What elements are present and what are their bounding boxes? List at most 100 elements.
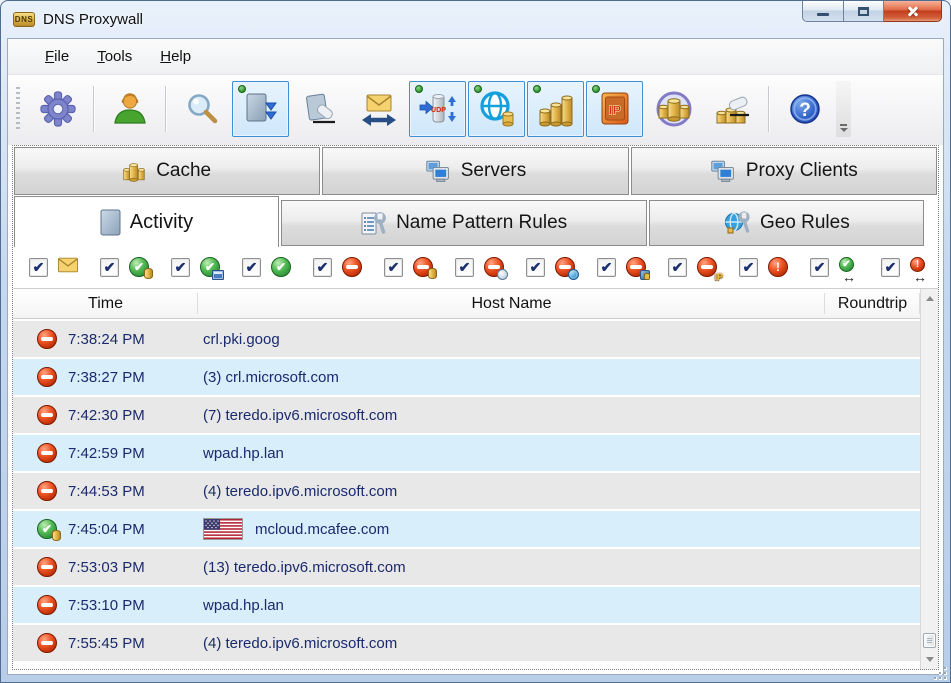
host-cell: mcloud.mcafee.com [198,518,825,540]
filter-blocked-proxy: ✔ [597,257,668,280]
filter-checkbox-allowed-list[interactable]: ✔ [171,257,190,277]
mail-transfer-button[interactable] [350,81,407,137]
tab-geo-rules[interactable]: Geo Rules [649,200,925,246]
column-header-host-name[interactable]: Host Name [198,289,825,318]
filter-checkbox-roundtrip-ok[interactable]: ✔ [810,257,829,277]
host-cell: (4) teredo.ipv6.microsoft.com [203,482,398,500]
ip-firewall-button[interactable]: IP [586,81,643,137]
tab-name-pattern-rules[interactable]: Name Pattern Rules [280,200,648,246]
udp-label: UDP [430,105,445,114]
tab-label: Activity [129,210,194,233]
menu-item-help[interactable]: Help [149,43,202,70]
table-row[interactable]: 7:53:03 PM (13) teredo.ipv6.microsoft.co… [13,549,920,585]
table-row[interactable]: 7:42:30 PM (7) teredo.ipv6.microsoft.com [13,397,920,433]
column-header-time[interactable]: Time [13,289,198,318]
tab-cache[interactable]: Cache [14,147,321,195]
blocked-icon [37,595,57,615]
activity-icon [100,209,121,235]
menu-item-tools[interactable]: Tools [86,43,143,70]
filter-blocked: ✔ [313,257,384,277]
help-button[interactable]: ? [776,81,833,137]
table-row[interactable]: 7:44:53 PM (4) teredo.ipv6.microsoft.com [13,473,920,509]
time-cell: 7:44:53 PM [68,482,145,500]
column-header-roundtrip[interactable]: Roundtrip [825,289,920,318]
close-button[interactable] [884,1,942,22]
search-button[interactable] [173,81,230,137]
menu-item-file[interactable]: File [34,43,80,70]
tab-activity[interactable]: Activity [14,196,279,247]
tab-proxy-clients[interactable]: Proxy Clients [630,147,937,195]
scroll-up-button[interactable] [922,290,937,307]
tab-servers[interactable]: Servers [322,147,629,195]
web-dns-cache-button[interactable] [468,81,525,137]
blocked-icon [37,329,57,349]
filter-checkbox-blocked-proxy[interactable]: ✔ [597,257,616,277]
status-dot [415,85,423,93]
web-globe-icon [479,91,513,127]
host-cell: (7) teredo.ipv6.microsoft.com [203,406,398,424]
filter-checkbox-blocked-cached[interactable]: ✔ [384,257,403,277]
table-row[interactable]: 7:53:10 PM wpad.hp.lan [13,587,920,623]
name-pattern-rules-icon [361,211,386,234]
toolbar-overflow-button[interactable] [836,81,851,137]
table-row[interactable]: 7:38:24 PM crl.pki.goog [13,321,920,357]
filter-checkbox-blocked-geo[interactable]: ✔ [526,257,545,277]
time-cell: 7:55:45 PM [68,634,145,652]
minimize-button[interactable] [802,1,844,22]
scroll-thumb[interactable] [923,633,936,648]
blocked-icon [37,443,57,463]
table-row[interactable]: 7:55:45 PM (4) teredo.ipv6.microsoft.com [13,625,920,661]
secondary-tabs: Activity Name Pattern Rules Geo Rules [13,195,938,247]
table-header: Time Host Name Roundtrip [13,289,920,319]
statistics-button[interactable] [527,81,584,137]
filter-roundtrip-slow: ✔ ! ↔ [881,257,951,284]
filter-checkbox-allowed-cached[interactable]: ✔ [100,257,119,277]
toolbar-separator [768,86,769,132]
maximize-icon [858,6,869,16]
database-button[interactable] [645,81,702,137]
primary-tabs: Cache Servers Proxy Clients [13,146,938,195]
window-title: DNS Proxywall [43,11,144,28]
filter-checkbox-messages[interactable]: ✔ [29,257,48,277]
blocked-ip-icon: IP [697,257,723,282]
roundtrip-ok-icon: ✔ ↔ [839,257,859,284]
database-icon [656,91,691,127]
vertical-scrollbar[interactable] [920,289,938,669]
tab-label: Proxy Clients [745,160,858,181]
blocked-icon [37,405,57,425]
table-row[interactable]: 7:42:59 PM wpad.hp.lan [13,435,920,471]
minimize-icon [817,12,829,16]
udp-listener-button[interactable]: UDP [409,81,466,137]
time-cell: 7:38:27 PM [68,368,145,386]
resize-grip[interactable] [933,666,947,680]
table-row[interactable]: ✔ 7:45:04 PM mcloud.mcafee.com [13,511,920,547]
filter-checkbox-blocked-expired[interactable]: ✔ [455,257,474,277]
clear-log-button[interactable] [291,81,348,137]
us-flag-icon [203,518,243,540]
table-row[interactable]: 7:38:27 PM (3) crl.microsoft.com [13,359,920,395]
follow-log-button[interactable] [232,81,289,137]
filter-roundtrip-ok: ✔ ✔ ↔ [810,257,881,284]
filter-checkbox-error[interactable]: ✔ [739,257,758,277]
activity-table: Time Host Name Roundtrip 7:38:24 PM crl.… [13,289,920,669]
tab-label: Geo Rules [759,212,850,233]
filter-blocked-expired: ✔ [455,257,526,280]
toolbar-grip[interactable] [16,87,20,131]
close-icon [906,4,920,18]
settings-button[interactable] [29,81,86,137]
filter-checkbox-blocked-ip[interactable]: ✔ [668,257,687,277]
user-profile-button[interactable] [101,81,158,137]
clear-database-button[interactable] [704,81,761,137]
filter-checkbox-roundtrip-slow[interactable]: ✔ [881,257,900,277]
clear-database-icon [716,96,749,124]
help-icon: ? [789,94,820,124]
follow-log-icon [246,93,277,122]
client-area: File Tools Help UDP IP ? Cache Servers P… [7,38,944,675]
filter-checkbox-blocked[interactable]: ✔ [313,257,332,277]
app-icon: DNS [13,12,35,27]
filter-checkbox-allowed[interactable]: ✔ [242,257,261,277]
blocked-icon [37,633,57,653]
maximize-button[interactable] [844,1,884,22]
host-cell: crl.pki.goog [203,330,280,348]
arrow-up-icon [925,296,934,301]
